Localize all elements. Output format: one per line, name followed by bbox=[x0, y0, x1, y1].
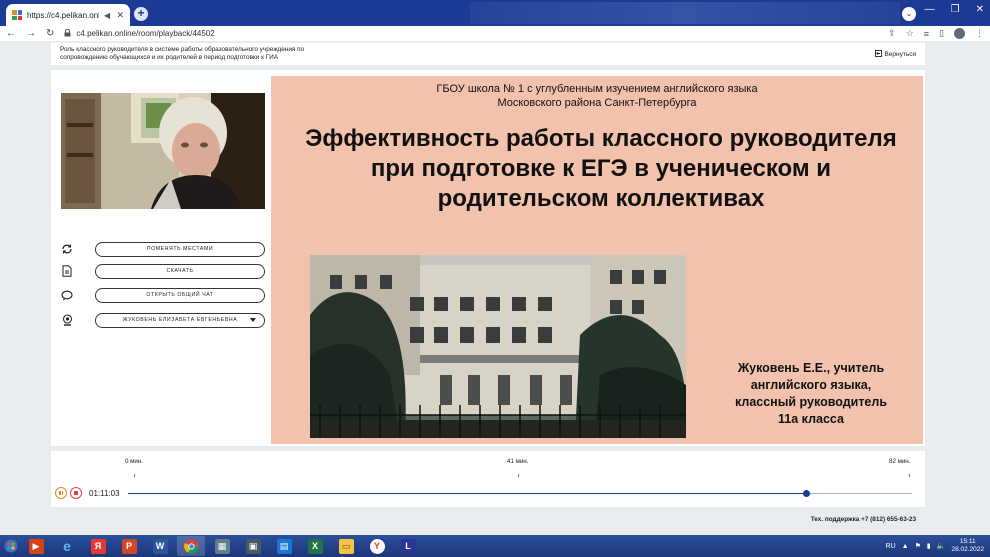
volume-icon[interactable]: 🔈 bbox=[937, 542, 946, 550]
close-window-icon[interactable]: ✕ bbox=[976, 4, 984, 15]
url-text: c4.pelikan.online/room/playback/44502 bbox=[76, 29, 215, 38]
document-icon[interactable] bbox=[61, 265, 73, 277]
page-header: Роль классного руководителя в системе ра… bbox=[51, 43, 925, 65]
current-time: 01:11:03 bbox=[89, 489, 120, 498]
taskbar-calculator[interactable]: ▦ bbox=[208, 536, 236, 556]
swap-row: Поменять местами bbox=[61, 241, 266, 257]
slide-author: Жуковень Е.Е., учитель английского языка… bbox=[711, 360, 911, 428]
webcam-icon[interactable] bbox=[61, 314, 73, 326]
slide-school-line2: Московского района Санкт-Петербурга bbox=[497, 97, 697, 109]
start-button[interactable] bbox=[0, 535, 22, 557]
address-bar[interactable]: c4.pelikan.online/room/playback/44502 bbox=[64, 28, 215, 39]
school-building-photo bbox=[310, 255, 686, 438]
slide-school-line1: ГБОУ школа № 1 с углубленным изучением а… bbox=[436, 83, 758, 95]
speaker-video bbox=[61, 93, 265, 209]
browser-toolbar: ← → ↻ c4.pelikan.online/room/playback/44… bbox=[0, 26, 990, 41]
window-controls: — ❐ ✕ bbox=[925, 4, 984, 15]
tick-mark bbox=[518, 474, 519, 477]
playback-bar: 0 мин. 41 мин. 82 мин. 01:11:03 bbox=[51, 451, 925, 507]
tick-start: 0 мин. bbox=[125, 458, 144, 465]
chat-icon[interactable] bbox=[61, 289, 73, 301]
browser-titlebar: https://c4.pelikan.online/roo ◀ ✕ + ⌄ — … bbox=[0, 0, 990, 26]
tab-close-icon[interactable]: ✕ bbox=[116, 10, 124, 21]
clock[interactable]: 15:11 28.02.2022 bbox=[951, 538, 984, 554]
participant-name: Жуковень Елизавета Евгеньевна bbox=[122, 317, 238, 323]
profile-avatar-icon[interactable] bbox=[954, 28, 965, 39]
seek-bar[interactable] bbox=[128, 490, 912, 497]
chevron-down-icon bbox=[250, 317, 256, 322]
page-title: Роль классного руководителя в системе ра… bbox=[60, 46, 305, 61]
language-indicator[interactable]: RU bbox=[886, 543, 896, 550]
swap-button[interactable]: Поменять местами bbox=[95, 241, 265, 257]
taskbar-explorer[interactable]: ▭ bbox=[332, 536, 360, 556]
pause-button[interactable] bbox=[55, 487, 67, 499]
author-line2: английского языка, bbox=[750, 378, 872, 392]
background-window-ghost bbox=[470, 2, 900, 24]
presentation-area: ГБОУ школа № 1 с углубленным изучением а… bbox=[268, 70, 925, 446]
author-line3: классный руководитель bbox=[734, 395, 888, 409]
taskbar-word[interactable]: W bbox=[146, 536, 174, 556]
system-tray: RU ▲ ⚑ ▮ 🔈 15:11 28.02.2022 bbox=[886, 538, 990, 554]
taskbar-app-store[interactable]: ▤ bbox=[270, 536, 298, 556]
tick-end: 82 мин. bbox=[889, 458, 911, 465]
back-arrow-icon[interactable]: ← bbox=[6, 28, 16, 39]
reload-icon[interactable]: ↻ bbox=[46, 28, 54, 39]
reading-list-icon[interactable]: ≡ bbox=[924, 29, 929, 39]
menu-kebab-icon[interactable]: ⋮ bbox=[975, 28, 984, 39]
taskbar-lingvo[interactable]: L bbox=[394, 536, 422, 556]
stop-button[interactable] bbox=[70, 487, 82, 499]
taskbar-yandex[interactable]: Я bbox=[84, 536, 112, 556]
chat-row: Открыть общий чат bbox=[61, 287, 266, 303]
seek-handle[interactable] bbox=[803, 490, 811, 497]
tick-mark bbox=[134, 474, 135, 477]
toolbar-actions: ⇪ ☆ ≡ ▯ ⋮ bbox=[888, 28, 984, 39]
taskbar-internet-explorer[interactable]: e bbox=[53, 536, 81, 556]
share-icon[interactable]: ⇪ bbox=[888, 28, 896, 39]
download-row: Скачать bbox=[61, 263, 266, 279]
extensions-icon[interactable]: ▯ bbox=[939, 28, 944, 39]
back-button[interactable]: Вернуться bbox=[875, 50, 916, 59]
windows-taskbar: ▶ e Я P W ▦ ▣ ▤ X ▭ Y L RU ▲ ⚑ ▮ 🔈 15:11… bbox=[0, 535, 990, 557]
taskbar-excel[interactable]: X bbox=[301, 536, 329, 556]
tab-audio-icon[interactable]: ◀ bbox=[104, 11, 110, 20]
tab-title: https://c4.pelikan.online/roo bbox=[27, 10, 99, 20]
tick-mark bbox=[909, 474, 910, 477]
support-phone: Тех. поддержка +7 (812) 655-63-23 bbox=[810, 516, 916, 523]
seek-bar-progress bbox=[128, 493, 807, 494]
left-panel: Поменять местами Скачать Открыть общий ч… bbox=[51, 70, 268, 446]
new-tab-button[interactable]: + bbox=[134, 7, 148, 21]
taskbar-device-manager[interactable]: ▣ bbox=[239, 536, 267, 556]
bookmark-star-icon[interactable]: ☆ bbox=[906, 28, 914, 39]
maximize-icon[interactable]: ❐ bbox=[951, 4, 960, 15]
slide-school: ГБОУ школа № 1 с углубленным изучением а… bbox=[271, 82, 923, 110]
participant-row: Жуковень Елизавета Евгеньевна bbox=[61, 312, 266, 328]
lock-icon bbox=[64, 28, 71, 39]
taskbar-media-player[interactable]: ▶ bbox=[22, 536, 50, 556]
flag-icon[interactable]: ⚑ bbox=[915, 542, 921, 550]
forward-arrow-icon[interactable]: → bbox=[26, 28, 36, 39]
open-chat-button[interactable]: Открыть общий чат bbox=[95, 287, 265, 303]
clock-time: 15:11 bbox=[959, 538, 976, 545]
browser-tab[interactable]: https://c4.pelikan.online/roo ◀ ✕ bbox=[6, 4, 130, 26]
tick-mid: 41 мин. bbox=[507, 458, 529, 465]
tray-expand-icon[interactable]: ▲ bbox=[902, 543, 909, 550]
author-line1: Жуковень Е.Е., учитель bbox=[737, 361, 885, 375]
clock-date: 28.02.2022 bbox=[951, 546, 984, 553]
taskbar-powerpoint[interactable]: P bbox=[115, 536, 143, 556]
taskbar-yandex-browser[interactable]: Y bbox=[363, 536, 391, 556]
network-icon[interactable]: ▮ bbox=[927, 542, 931, 550]
swap-icon[interactable] bbox=[61, 243, 73, 255]
slide: ГБОУ школа № 1 с углубленным изучением а… bbox=[271, 76, 923, 444]
exit-icon bbox=[875, 50, 883, 59]
minimize-icon[interactable]: — bbox=[925, 4, 935, 15]
taskbar-chrome[interactable] bbox=[177, 536, 205, 556]
author-line4: 11а класса bbox=[778, 412, 844, 426]
download-button[interactable]: Скачать bbox=[95, 263, 265, 279]
tab-search-button[interactable]: ⌄ bbox=[902, 7, 916, 21]
slide-headline: Эффективность работы классного руководит… bbox=[305, 125, 897, 212]
back-button-label: Вернуться bbox=[884, 51, 916, 58]
participant-select[interactable]: Жуковень Елизавета Евгеньевна bbox=[95, 312, 265, 328]
site-favicon-icon bbox=[12, 10, 22, 20]
